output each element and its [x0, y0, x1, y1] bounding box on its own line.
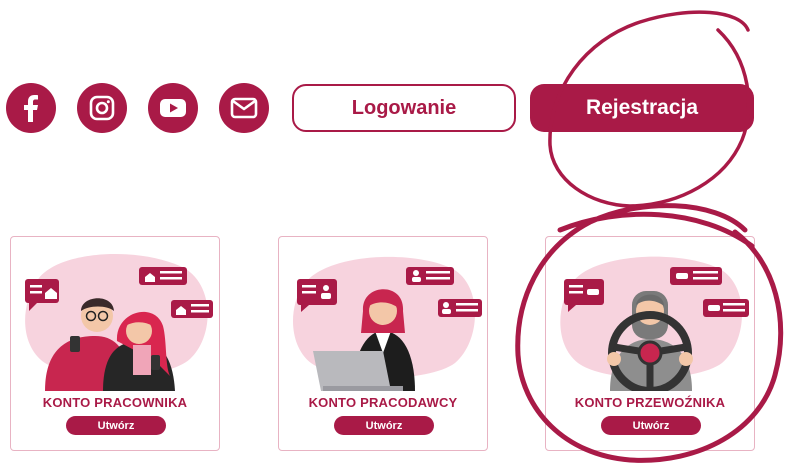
instagram-button[interactable]	[77, 83, 127, 133]
card-title: KONTO PRZEWOŹNIKA	[574, 395, 726, 410]
card-title: KONTO PRACODAWCY	[308, 395, 458, 410]
card-employer-account[interactable]: KONTO PRACODAWCY Utwórz	[278, 236, 488, 451]
create-worker-account-button[interactable]: Utwórz	[66, 416, 166, 435]
mail-button[interactable]	[219, 83, 269, 133]
youtube-icon	[160, 99, 186, 117]
employer-icon	[292, 256, 482, 391]
facebook-icon	[24, 95, 38, 122]
login-button[interactable]: Logowanie	[292, 84, 516, 132]
youtube-button[interactable]	[148, 83, 198, 133]
facebook-button[interactable]	[6, 83, 56, 133]
create-employer-account-button[interactable]: Utwórz	[334, 416, 434, 435]
card-worker-account[interactable]: KONTO PRACOWNIKA Utwórz	[10, 236, 220, 451]
workers-icon	[25, 254, 213, 391]
instagram-icon	[89, 95, 115, 121]
create-carrier-account-button[interactable]: Utwórz	[601, 416, 701, 435]
card-title: KONTO PRACOWNIKA	[42, 395, 188, 410]
card-carrier-account[interactable]: KONTO PRZEWOŹNIKA Utwórz	[545, 236, 755, 451]
register-button[interactable]: Rejestracja	[530, 84, 754, 132]
mail-icon	[230, 97, 258, 119]
driver-icon	[560, 256, 749, 391]
